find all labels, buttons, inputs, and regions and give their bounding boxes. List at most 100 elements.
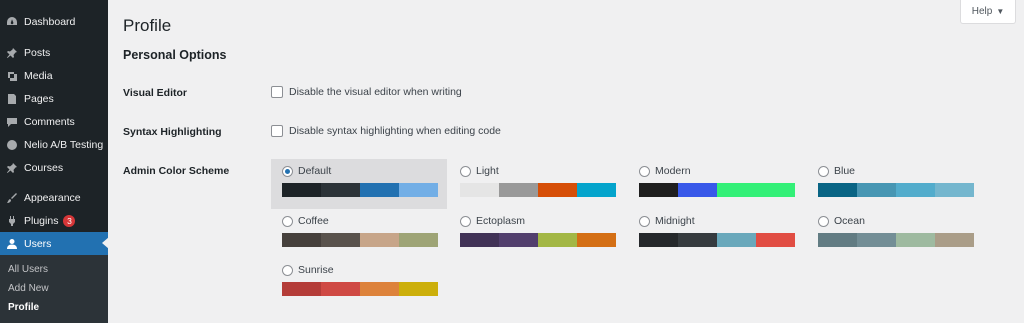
color-scheme-radio[interactable] [460, 215, 471, 227]
color-scheme-swatches [282, 282, 438, 296]
pin-icon [0, 162, 24, 174]
color-swatch [717, 183, 756, 197]
plugins-update-badge: 3 [63, 214, 76, 227]
color-scheme-ectoplasm[interactable]: Ectoplasm [449, 209, 625, 259]
color-scheme-blue[interactable]: Blue [807, 159, 983, 209]
color-swatch [399, 282, 438, 296]
color-swatch [399, 233, 438, 247]
sidebar-item-pages[interactable]: Pages [0, 87, 108, 110]
sidebar-item-label: Courses [24, 161, 64, 174]
syntax-highlighting-checkbox-label[interactable]: Disable syntax highlighting when editing… [289, 125, 501, 137]
sidebar-item-users[interactable]: Users [0, 232, 109, 255]
color-scheme-default[interactable]: Default [271, 159, 447, 209]
color-scheme-radio[interactable] [282, 264, 293, 276]
sidebar-item-label: Users [24, 237, 52, 250]
comment-icon [0, 116, 24, 128]
sidebar-item-dashboard[interactable]: Dashboard [0, 10, 108, 33]
color-scheme-swatches [818, 183, 974, 197]
color-swatch [460, 183, 499, 197]
color-swatch [499, 233, 538, 247]
color-swatch [935, 183, 974, 197]
color-swatch [577, 233, 616, 247]
color-swatch [935, 233, 974, 247]
color-scheme-name[interactable]: Blue [834, 165, 855, 177]
color-scheme-option: Ectoplasm [460, 215, 525, 227]
color-scheme-name[interactable]: Modern [655, 165, 691, 177]
color-scheme-name[interactable]: Default [298, 165, 331, 177]
color-swatch [538, 233, 577, 247]
syntax-highlighting-checkbox[interactable] [271, 125, 283, 137]
color-scheme-option: Midnight [639, 215, 695, 227]
visual-editor-checkbox-label[interactable]: Disable the visual editor when writing [289, 86, 462, 98]
color-swatch [577, 183, 616, 197]
color-swatch [639, 233, 678, 247]
color-scheme-light[interactable]: Light [449, 159, 625, 209]
sidebar-item-appearance[interactable]: Appearance [0, 186, 108, 209]
color-swatch [321, 282, 360, 296]
sidebar-item-posts[interactable]: Posts [0, 41, 108, 64]
color-scheme-name[interactable]: Ocean [834, 215, 865, 227]
user-icon [0, 238, 24, 250]
color-swatch [499, 183, 538, 197]
color-scheme-midnight[interactable]: Midnight [628, 209, 804, 259]
color-scheme-name[interactable]: Coffee [298, 215, 329, 227]
color-scheme-name[interactable]: Ectoplasm [476, 215, 525, 227]
color-scheme-sunrise[interactable]: Sunrise [271, 258, 447, 308]
color-scheme-radio[interactable] [639, 165, 650, 177]
color-scheme-radio[interactable] [818, 165, 829, 177]
color-scheme-radio[interactable] [639, 215, 650, 227]
submenu-item-all-users[interactable]: All Users [8, 264, 48, 275]
sidebar-item-label: Nelio A/B Testing [24, 138, 104, 151]
color-scheme-radio[interactable] [460, 165, 471, 177]
sidebar-item-label: Plugins [24, 214, 59, 227]
sidebar-item-plugins[interactable]: Plugins 3 [0, 209, 108, 232]
color-swatch [282, 282, 321, 296]
sidebar-item-comments[interactable]: Comments [0, 110, 108, 133]
sidebar-item-nelio-ab-testing[interactable]: Nelio A/B Testing [0, 133, 108, 156]
visual-editor-label: Visual Editor [123, 87, 187, 99]
admin-sidebar: Dashboard Posts Media Pages Comments Nel… [0, 0, 109, 323]
plugin-icon [0, 215, 24, 227]
visual-editor-checkbox[interactable] [271, 86, 283, 98]
color-scheme-swatches [460, 183, 616, 197]
color-swatch [818, 233, 857, 247]
sidebar-item-media[interactable]: Media [0, 64, 108, 87]
color-scheme-radio[interactable] [282, 165, 293, 177]
color-swatch [399, 183, 438, 197]
color-scheme-radio[interactable] [818, 215, 829, 227]
sidebar-item-label: Media [24, 69, 53, 82]
help-button[interactable]: Help ▼ [960, 0, 1016, 24]
color-swatch [538, 183, 577, 197]
color-swatch [857, 183, 896, 197]
syntax-highlighting-option: Disable syntax highlighting when editing… [271, 125, 501, 137]
users-submenu: All Users Add New Profile [0, 255, 108, 323]
color-swatch [639, 183, 678, 197]
color-scheme-modern[interactable]: Modern [628, 159, 804, 209]
caret-down-icon: ▼ [996, 7, 1005, 16]
media-icon [0, 70, 24, 82]
color-scheme-name[interactable]: Midnight [655, 215, 695, 227]
submenu-item-profile[interactable]: Profile [8, 302, 39, 313]
sidebar-item-courses[interactable]: Courses [0, 156, 108, 179]
color-scheme-coffee[interactable]: Coffee [271, 209, 447, 259]
color-swatch [896, 183, 935, 197]
color-scheme-radio[interactable] [282, 215, 293, 227]
color-swatch [857, 233, 896, 247]
color-swatch [282, 183, 321, 197]
color-scheme-option: Blue [818, 165, 855, 177]
color-scheme-option: Light [460, 165, 499, 177]
color-swatch [756, 233, 795, 247]
color-scheme-ocean[interactable]: Ocean [807, 209, 983, 259]
color-scheme-name[interactable]: Sunrise [298, 264, 334, 276]
color-swatch [896, 233, 935, 247]
color-scheme-swatches [639, 183, 795, 197]
color-scheme-swatches [460, 233, 616, 247]
color-scheme-option: Default [282, 165, 331, 177]
submenu-item-add-new[interactable]: Add New [8, 283, 49, 294]
color-scheme-name[interactable]: Light [476, 165, 499, 177]
color-swatch [282, 233, 321, 247]
color-scheme-swatches [282, 233, 438, 247]
pin-icon [0, 47, 24, 59]
sidebar-item-label: Posts [24, 46, 51, 59]
pages-icon [0, 93, 24, 105]
